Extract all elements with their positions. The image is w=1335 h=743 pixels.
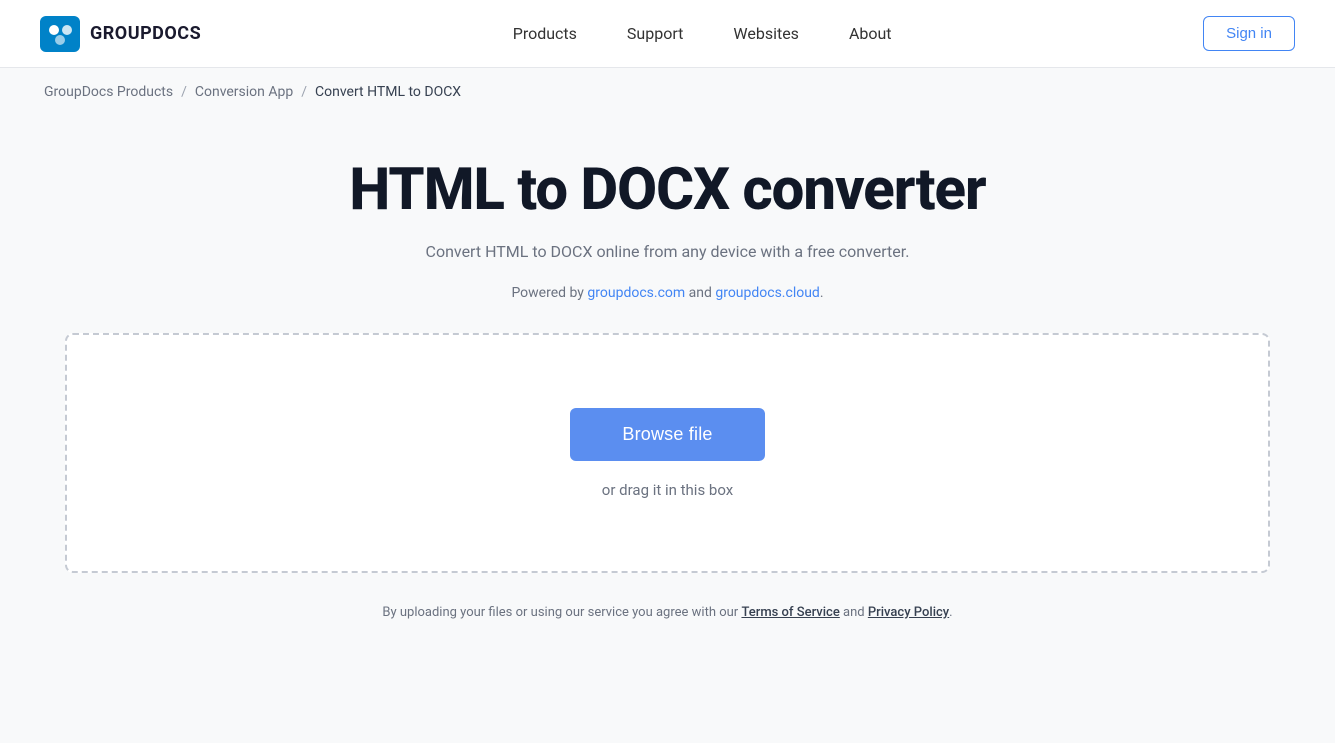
page-title: HTML to DOCX converter [349, 156, 985, 224]
page-subtitle: Convert HTML to DOCX online from any dev… [426, 242, 910, 261]
footer-note: By uploading your files or using our ser… [382, 605, 952, 620]
upload-dropzone[interactable]: Browse file or drag it in this box [65, 333, 1270, 573]
signin-button[interactable]: Sign in [1203, 16, 1295, 51]
breadcrumb: GroupDocs Products / Conversion App / Co… [0, 68, 1335, 116]
nav-websites[interactable]: Websites [733, 24, 799, 43]
powered-by-suffix: . [820, 285, 824, 301]
breadcrumb-separator-2: / [301, 84, 307, 100]
nav-about[interactable]: About [849, 24, 892, 43]
footer-note-suffix: . [949, 605, 952, 620]
powered-by-link1[interactable]: groupdocs.com [587, 285, 685, 301]
breadcrumb-groupdocs-products[interactable]: GroupDocs Products [44, 84, 173, 100]
breadcrumb-current: Convert HTML to DOCX [315, 84, 461, 100]
powered-by-between: and [685, 285, 715, 301]
powered-by-prefix: Powered by [511, 285, 587, 301]
terms-of-service-link[interactable]: Terms of Service [741, 605, 839, 620]
nav-support[interactable]: Support [627, 24, 683, 43]
footer-note-prefix: By uploading your files or using our ser… [382, 605, 741, 620]
main-content: HTML to DOCX converter Convert HTML to D… [0, 116, 1335, 620]
breadcrumb-conversion-app[interactable]: Conversion App [195, 84, 293, 100]
logo[interactable]: GROUPDOCS [40, 16, 201, 52]
browse-file-button[interactable]: Browse file [570, 408, 764, 461]
powered-by: Powered by groupdocs.com and groupdocs.c… [511, 285, 823, 301]
footer-note-between: and [840, 605, 868, 620]
logo-text: GROUPDOCS [90, 23, 201, 44]
main-nav: Products Support Websites About [513, 24, 892, 43]
powered-by-link2[interactable]: groupdocs.cloud [715, 285, 820, 301]
drag-text: or drag it in this box [602, 481, 733, 499]
nav-products[interactable]: Products [513, 24, 577, 43]
groupdocs-logo-icon [40, 16, 80, 52]
breadcrumb-separator-1: / [181, 84, 187, 100]
privacy-policy-link[interactable]: Privacy Policy [868, 605, 949, 620]
